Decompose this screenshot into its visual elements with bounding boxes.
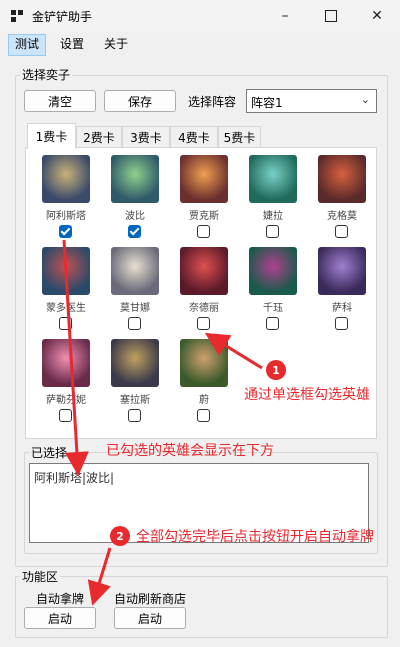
auto-pick-label: 自动拿牌 [36,592,85,606]
hero-checkbox[interactable] [266,225,279,238]
hero-card: 贾克斯 [173,155,235,255]
tab-cost-5[interactable]: 5费卡 [218,126,261,147]
hero-portrait [180,339,228,387]
hero-checkbox[interactable] [128,225,141,238]
hero-portrait [111,339,159,387]
hero-checkbox[interactable] [128,409,141,422]
hero-checkbox[interactable] [59,225,72,238]
tab-cost-1[interactable]: 1费卡 [27,123,76,149]
menu-bar: 测试 设置 关于 [0,32,400,56]
hero-name: 千珏 [263,303,283,314]
hero-portrait [180,247,228,295]
tab-cost-2[interactable]: 2费卡 [76,126,122,147]
window-title: 金铲铲助手 [32,10,93,24]
hero-name: 塞拉斯 [120,395,150,406]
hero-card: 萨勒芬妮 [35,339,97,439]
save-button[interactable]: 保存 [104,90,176,112]
hero-card: 莫甘娜 [104,247,166,347]
function-group-title: 功能区 [20,568,61,585]
clear-button[interactable]: 清空 [24,90,96,112]
annotation-number-1: 1 [266,360,286,380]
hero-portrait [249,247,297,295]
hero-name: 萨科 [332,303,352,314]
hero-name: 萨勒芬妮 [46,395,86,406]
hero-card: 波比 [104,155,166,255]
hero-portrait [42,339,90,387]
hero-checkbox[interactable] [335,317,348,330]
annotation-text-2: 全部勾选完毕后点击按钮开启自动拿牌 [136,529,374,545]
hero-card: 蔚 [173,339,235,439]
hero-checkbox[interactable] [197,317,210,330]
hero-card: 萨科 [311,247,373,347]
lineup-label: 选择阵容 [188,95,237,109]
hero-name: 婕拉 [263,211,283,222]
auto-refresh-label: 自动刷新商店 [114,592,187,606]
hero-name: 波比 [125,211,145,222]
close-icon[interactable]: ✕ [354,0,400,32]
lineup-select-value: 阵容1 [251,96,283,110]
maximize-icon[interactable] [308,0,354,32]
lineup-select[interactable]: 阵容1 ⌄ [246,89,377,113]
hero-portrait [318,247,366,295]
auto-refresh-start-button[interactable]: 启动 [114,607,186,629]
hero-card: 千珏 [242,247,304,347]
hero-portrait [42,247,90,295]
tab-cost-4[interactable]: 4费卡 [170,126,218,147]
hero-checkbox[interactable] [128,317,141,330]
select-hero-group-title: 选择奕子 [20,66,73,83]
hero-name: 贾克斯 [189,211,219,222]
hero-name: 阿利斯塔 [46,211,86,222]
tab-cost-3[interactable]: 3费卡 [122,126,170,147]
hero-checkbox[interactable] [59,317,72,330]
annotation-text-1: 通过单选框勾选英雄 [244,387,370,403]
hero-card: 奈德丽 [173,247,235,347]
menu-about[interactable]: 关于 [98,34,134,54]
hero-card: 婕拉 [242,155,304,255]
hero-name: 蔚 [199,395,209,406]
hero-card: 阿利斯塔 [35,155,97,255]
hero-checkbox[interactable] [197,409,210,422]
hero-portrait [249,155,297,203]
hero-checkbox[interactable] [197,225,210,238]
hero-card: 塞拉斯 [104,339,166,439]
hero-portrait [111,155,159,203]
selected-group-title: 已选择 [29,444,70,461]
auto-pick-start-button[interactable]: 启动 [24,607,96,629]
hero-checkbox[interactable] [335,225,348,238]
menu-test[interactable]: 测试 [8,34,47,56]
title-bar: 金铲铲助手 – ✕ [0,0,400,32]
hero-name: 克格莫 [327,211,357,222]
hero-checkbox[interactable] [266,317,279,330]
annotation-number-2: 2 [110,526,130,546]
hero-name: 蒙多医生 [46,303,86,314]
hero-name: 奈德丽 [189,303,219,314]
hero-portrait [318,155,366,203]
hero-card: 克格莫 [311,155,373,255]
selected-heroes-text: 阿利斯塔|波比| [34,471,115,485]
app-icon [11,10,23,22]
minimize-icon[interactable]: – [262,0,308,32]
hero-name: 莫甘娜 [120,303,150,314]
menu-settings[interactable]: 设置 [54,34,90,54]
hero-portrait [42,155,90,203]
chevron-down-icon: ⌄ [360,93,370,106]
hero-card: 蒙多医生 [35,247,97,347]
hero-checkbox[interactable] [59,409,72,422]
annotation-text-middle: 已勾选的英雄会显示在下方 [106,443,274,459]
hero-portrait [111,247,159,295]
hero-portrait [180,155,228,203]
